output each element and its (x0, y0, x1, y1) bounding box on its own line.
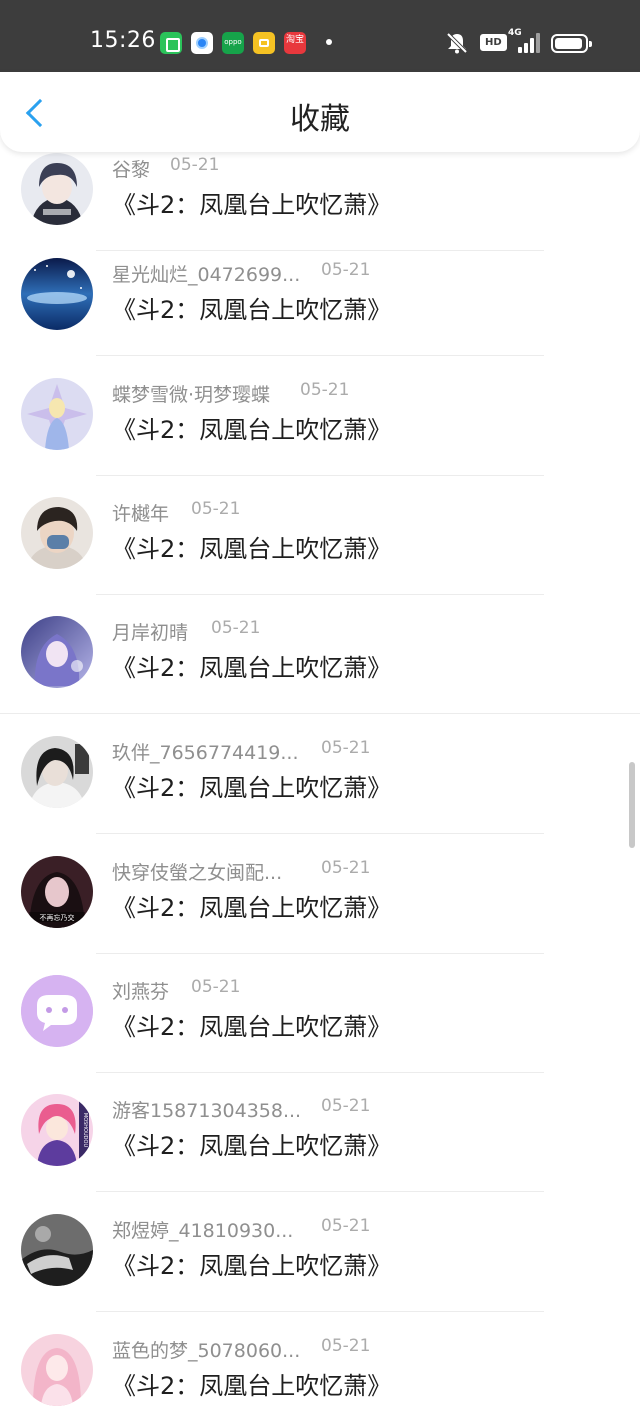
date: 05-21 (211, 618, 261, 638)
list-item[interactable]: MOSHOUDOU 游客15871304358... 05-21 《斗2：凤凰台… (0, 1072, 640, 1192)
avatar[interactable]: 不再忘乃交 (21, 856, 93, 928)
date: 05-21 (321, 858, 371, 878)
list-item[interactable]: 刘燕芬 05-21 《斗2：凤凰台上吹忆萧》 (0, 953, 640, 1073)
item-title[interactable]: 《斗2：凤凰台上吹忆萧》 (112, 1246, 391, 1281)
avatar[interactable]: MOSHOUDOU (21, 1094, 93, 1166)
taobao-icon: 淘宝 (284, 32, 306, 54)
oppo-icon: oppo (222, 32, 244, 54)
status-bar: 15:26 oppo 淘宝 HD 4G (0, 0, 640, 72)
avatar[interactable] (21, 258, 93, 330)
item-title[interactable]: 《斗2：凤凰台上吹忆萧》 (112, 1126, 391, 1161)
scrollbar[interactable] (629, 762, 635, 848)
list-item[interactable]: 蝶梦雪微·玥梦璎蝶 05-21 《斗2：凤凰台上吹忆萧》 (0, 356, 640, 476)
avatar-caption: 不再忘乃交 (40, 913, 75, 922)
app-header: 收藏 (0, 72, 640, 152)
username: 刘燕芬 (112, 981, 170, 1003)
chat-bubble-icon (21, 975, 93, 1047)
avatar[interactable] (21, 153, 93, 225)
date: 05-21 (321, 1336, 371, 1356)
hd-badge: HD (480, 34, 507, 51)
item-title[interactable]: 《斗2：凤凰台上吹忆萧》 (112, 768, 391, 803)
avatar[interactable] (21, 616, 93, 688)
diamond-app-icon (253, 32, 275, 54)
avatar-caption: MOSHOUDOU (82, 1113, 88, 1148)
date: 05-21 (191, 977, 241, 997)
avatar[interactable] (21, 378, 93, 450)
item-title[interactable]: 《斗2：凤凰台上吹忆萧》 (112, 888, 391, 923)
list-item[interactable]: 月岸初晴 05-21 《斗2：凤凰台上吹忆萧》 (0, 594, 640, 714)
item-title[interactable]: 《斗2：凤凰台上吹忆萧》 (112, 1366, 391, 1401)
list-item[interactable]: 许樾年 05-21 《斗2：凤凰台上吹忆萧》 (0, 475, 640, 595)
list-item[interactable]: 郑煜婷_41810930... 05-21 《斗2：凤凰台上吹忆萧》 (0, 1192, 640, 1312)
username: 玖伴_7656774419... (112, 742, 299, 764)
list-item[interactable]: 星光灿烂_0472699... 05-21 《斗2：凤凰台上吹忆萧》 (0, 236, 640, 356)
item-title[interactable]: 《斗2：凤凰台上吹忆萧》 (112, 648, 391, 683)
list-item[interactable]: 不再忘乃交 快穿伎螢之女闽配... 05-21 《斗2：凤凰台上吹忆萧》 (0, 834, 640, 954)
date: 05-21 (321, 738, 371, 758)
username: 游客15871304358... (112, 1100, 302, 1122)
battery-icon (551, 34, 592, 53)
username: 蝶梦雪微·玥梦璎蝶 (112, 384, 271, 406)
date: 05-21 (300, 380, 350, 400)
date: 05-21 (321, 1216, 371, 1236)
username: 许樾年 (112, 503, 170, 525)
signal-icon (514, 33, 542, 53)
circle-app-icon (191, 32, 213, 54)
date: 05-21 (321, 1096, 371, 1116)
username: 月岸初晴 (112, 622, 189, 644)
date: 05-21 (170, 155, 220, 175)
username: 蓝色的梦_5078060... (112, 1340, 301, 1362)
item-title[interactable]: 《斗2：凤凰台上吹忆萧》 (112, 290, 391, 325)
item-title[interactable]: 《斗2：凤凰台上吹忆萧》 (112, 529, 391, 564)
notification-dot-icon (326, 39, 332, 45)
item-title[interactable]: 《斗2：凤凰台上吹忆萧》 (112, 1007, 391, 1042)
favorites-list: 谷黎 05-21 《斗2：凤凰台上吹忆萧》 星光灿烂_0472699... 05… (0, 0, 640, 1422)
list-item[interactable]: 玖伴_7656774419... 05-21 《斗2：凤凰台上吹忆萧》 (0, 714, 640, 834)
avatar[interactable] (21, 497, 93, 569)
wechat-style-app-icon (160, 32, 182, 54)
username: 谷黎 (112, 159, 151, 181)
date: 05-21 (191, 499, 241, 519)
username: 郑煜婷_41810930... (112, 1220, 294, 1242)
avatar[interactable] (21, 975, 93, 1047)
avatar[interactable] (21, 1334, 93, 1406)
username: 星光灿烂_0472699... (112, 264, 301, 286)
item-title[interactable]: 《斗2：凤凰台上吹忆萧》 (112, 185, 391, 220)
avatar[interactable] (21, 736, 93, 808)
mute-bell-icon (446, 32, 468, 54)
item-title[interactable]: 《斗2：凤凰台上吹忆萧》 (112, 410, 391, 445)
list-item[interactable]: 蓝色的梦_5078060... 05-21 《斗2：凤凰台上吹忆萧》 (0, 1312, 640, 1422)
avatar[interactable] (21, 1214, 93, 1286)
username: 快穿伎螢之女闽配... (112, 862, 283, 884)
status-time: 15:26 (90, 28, 156, 53)
date: 05-21 (321, 260, 371, 280)
page-title: 收藏 (290, 102, 350, 137)
